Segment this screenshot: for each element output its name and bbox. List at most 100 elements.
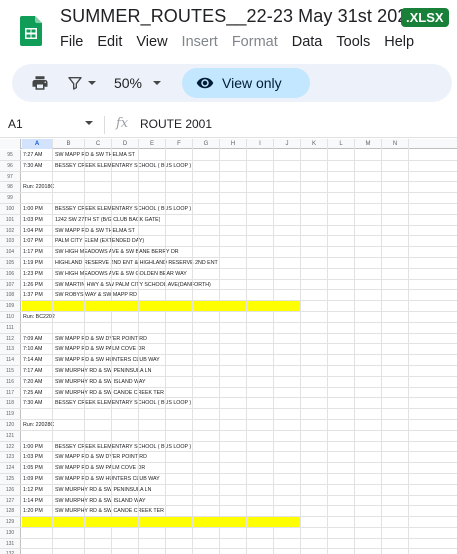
cell-time[interactable]: 1:07 PM bbox=[23, 236, 43, 246]
column-header-d[interactable]: D bbox=[112, 139, 139, 149]
table-row[interactable]: 118 7:30 AM BESSEY CREEK ELEMENTARY SCHOOL… bbox=[0, 398, 457, 410]
highlighted-cells[interactable] bbox=[22, 301, 300, 311]
cell-time[interactable]: 7:30 AM bbox=[23, 161, 42, 171]
table-row[interactable]: 96 7:30 AM BESSEY CREEK ELEMENTARY SCHOOL … bbox=[0, 160, 457, 172]
table-row[interactable]: 117 7:25 AM SW MURPHY RD & SW CANOE CREEK … bbox=[0, 387, 457, 399]
menu-format[interactable]: Format bbox=[228, 34, 282, 50]
chevron-down-icon[interactable] bbox=[84, 118, 94, 128]
table-row[interactable]: 129 bbox=[0, 517, 457, 528]
row-number[interactable]: 130 bbox=[0, 527, 21, 538]
cell-time[interactable]: 1:12 PM bbox=[23, 485, 43, 495]
print-button[interactable] bbox=[26, 64, 54, 102]
table-row[interactable]: 108 1:37 PM SW ROBYS WAY & SW MAPP RD bbox=[0, 290, 457, 302]
cell-location[interactable]: SW MURPHY RD & SW CANOE CREEK TER bbox=[55, 388, 164, 398]
column-header-b[interactable]: B bbox=[53, 139, 85, 149]
table-row[interactable]: 115 7:17 AM SW MURPHY RD & SW PENINSULA LN bbox=[0, 365, 457, 377]
cell-location[interactable]: SW MURPHY RD & SW PENINSULA LN bbox=[55, 485, 151, 495]
row-number[interactable]: 96 bbox=[0, 160, 21, 171]
cell-location[interactable]: SW MURPHY RD & SW ISLAND WAY bbox=[55, 496, 146, 506]
cell-time[interactable]: 7:20 AM bbox=[23, 377, 42, 387]
spreadsheet-grid[interactable]: ABCDEFGHIJKLMN 95 7:27 AM SW MAPP RD & SW … bbox=[0, 139, 457, 554]
cell-location[interactable]: SW MAPP RD & SW DYER POINT RD bbox=[55, 334, 147, 344]
name-box[interactable]: A1 bbox=[8, 117, 23, 131]
row-number[interactable]: 95 bbox=[0, 150, 21, 160]
table-row[interactable]: 124 1:05 PM SW MAPP RD & SW PALM COVE DR bbox=[0, 463, 457, 474]
column-header-m[interactable]: M bbox=[355, 139, 382, 149]
cell-time[interactable]: 1:19 PM bbox=[23, 258, 43, 268]
cell-time[interactable]: 1:04 PM bbox=[23, 226, 43, 236]
cell-time[interactable]: 7:14 AM bbox=[23, 355, 42, 365]
cell-time[interactable]: Run: 22028C bbox=[23, 420, 54, 430]
row-number[interactable]: 97 bbox=[0, 171, 21, 182]
row-number[interactable]: 128 bbox=[0, 506, 21, 517]
cell-location[interactable]: SW HIGH MEADOWS AVE & SW GOLDEN BEAR WAY bbox=[55, 269, 187, 279]
table-row[interactable]: 112 7:09 AM SW MAPP RD & SW DYER POINT RD bbox=[0, 333, 457, 345]
cell-time[interactable]: 7:25 AM bbox=[23, 388, 42, 398]
document-title[interactable]: SUMMER_ROUTES__22-23 May 31st 2023 bbox=[60, 6, 418, 27]
menu-insert[interactable]: Insert bbox=[178, 34, 222, 50]
menu-view[interactable]: View bbox=[132, 34, 171, 50]
row-number[interactable]: 129 bbox=[0, 517, 21, 527]
table-row[interactable]: 120 Run: 22028C bbox=[0, 419, 457, 431]
table-row[interactable]: 121 bbox=[0, 430, 457, 442]
cell-location[interactable]: SW MAPP RD & SW THELMA ST bbox=[55, 150, 135, 160]
table-row[interactable]: 119 bbox=[0, 409, 457, 420]
cell-time[interactable]: 1:17 PM bbox=[23, 247, 43, 257]
cell-location[interactable]: SW MAPP RD & SW DYER POINT RD bbox=[55, 452, 147, 462]
table-row[interactable]: 113 7:10 AM SW MAPP RD & SW PALM COVE DR bbox=[0, 344, 457, 356]
cell-time[interactable]: 7:09 AM bbox=[23, 334, 42, 344]
cell-location[interactable]: HIGHLAND RESERVE 2ND ENT & HIGHLAND RESE… bbox=[55, 258, 218, 268]
cell-time[interactable]: Run: BC2202 bbox=[23, 312, 55, 322]
cell-time[interactable]: 1:26 PM bbox=[23, 280, 43, 290]
row-number[interactable]: 101 bbox=[0, 214, 21, 225]
column-header-a[interactable]: A bbox=[22, 139, 53, 149]
cell-location[interactable]: SW MAPP RD & SW PALM COVE DR bbox=[55, 463, 145, 473]
view-only-button[interactable]: View only bbox=[182, 68, 310, 98]
cell-time[interactable]: 7:17 AM bbox=[23, 366, 42, 376]
column-header-e[interactable]: E bbox=[139, 139, 166, 149]
cell-location[interactable]: SW ROBYS WAY & SW MAPP RD bbox=[55, 290, 137, 300]
row-number[interactable]: 132 bbox=[0, 549, 21, 554]
cell-time[interactable]: 7:10 AM bbox=[23, 344, 42, 354]
table-row[interactable]: 111 bbox=[0, 322, 457, 334]
table-row[interactable]: 125 1:09 PM SW MAPP RD & SW HUNTERS CLUB W… bbox=[0, 473, 457, 485]
menu-help[interactable]: Help bbox=[380, 34, 418, 50]
row-number[interactable]: 123 bbox=[0, 452, 21, 463]
row-number[interactable]: 112 bbox=[0, 333, 21, 344]
table-row[interactable]: 126 1:12 PM SW MURPHY RD & SW PENINSULA LN bbox=[0, 484, 457, 496]
column-header-j[interactable]: J bbox=[274, 139, 301, 149]
row-number[interactable]: 119 bbox=[0, 409, 21, 419]
row-number[interactable]: 100 bbox=[0, 203, 21, 214]
cell-location[interactable]: SW MAPP RD & SW HUNTERS CLUB WAY bbox=[55, 474, 160, 484]
row-number[interactable]: 105 bbox=[0, 257, 21, 268]
cell-time[interactable]: 7:30 AM bbox=[23, 398, 42, 408]
row-number[interactable]: 125 bbox=[0, 473, 21, 484]
table-row[interactable]: 130 bbox=[0, 527, 457, 539]
cell-time[interactable]: 1:09 PM bbox=[23, 474, 43, 484]
row-number[interactable]: 117 bbox=[0, 387, 21, 398]
cell-location[interactable]: BESSEY CREEK ELEMENTARY SCHOOL ( BUS LOO… bbox=[55, 398, 191, 408]
row-number[interactable]: 121 bbox=[0, 430, 21, 441]
row-number[interactable]: 108 bbox=[0, 290, 21, 301]
cell-time[interactable]: 1:20 PM bbox=[23, 506, 43, 516]
table-row[interactable]: 97 bbox=[0, 171, 457, 183]
table-row[interactable]: 114 7:14 AM SW MAPP RD & SW HUNTERS CLUB W… bbox=[0, 355, 457, 366]
zoom-select[interactable]: 50% bbox=[106, 64, 170, 102]
column-header-i[interactable]: I bbox=[247, 139, 274, 149]
table-row[interactable]: 105 1:19 PM HIGHLAND RESERVE 2ND ENT & HIG… bbox=[0, 257, 457, 269]
select-all-corner[interactable] bbox=[0, 139, 21, 149]
cell-time[interactable]: 7:27 AM bbox=[23, 150, 42, 160]
cell-location[interactable]: SW MURPHY RD & SW CANOE CREEK TER bbox=[55, 506, 164, 516]
cell-time[interactable]: 1:37 PM bbox=[23, 290, 43, 300]
column-header-f[interactable]: F bbox=[166, 139, 193, 149]
table-row[interactable]: 103 1:07 PM PALM CITY ELEM (EXTENDED DAY) bbox=[0, 236, 457, 248]
table-row[interactable]: 100 1:00 PM BESSEY CREEK ELEMENTARY SCHOOL… bbox=[0, 203, 457, 215]
row-number[interactable]: 111 bbox=[0, 322, 21, 333]
row-number[interactable]: 99 bbox=[0, 193, 21, 203]
table-row[interactable]: 98 Run: 22018C bbox=[0, 182, 457, 194]
table-row[interactable]: 99 bbox=[0, 193, 457, 204]
row-number[interactable]: 106 bbox=[0, 268, 21, 279]
table-row[interactable]: 106 1:23 PM SW HIGH MEADOWS AVE & SW GOLDE… bbox=[0, 268, 457, 280]
column-header-n[interactable]: N bbox=[382, 139, 409, 149]
row-number[interactable]: 120 bbox=[0, 419, 21, 430]
